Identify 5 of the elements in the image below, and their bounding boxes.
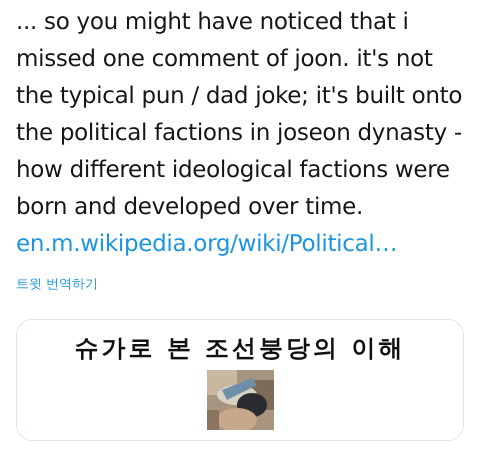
card-title: 슈가로 본 조선붕당의 이해 <box>74 332 406 364</box>
tweet-text: ... so you might have noticed that i missed one comment of joon. it's not the typical pun / dad joke; it's built onto the political factions in joseon dynasty - how different ideological factions were born and developed over time. <box>16 8 464 222</box>
wikipedia-link[interactable]: en.m.wikipedia.org/wiki/Political… <box>16 226 398 263</box>
link-card[interactable]: 슈가로 본 조선붕당의 이해 <box>16 319 464 441</box>
translate-link[interactable]: 트윗 번역하기 <box>16 275 98 293</box>
